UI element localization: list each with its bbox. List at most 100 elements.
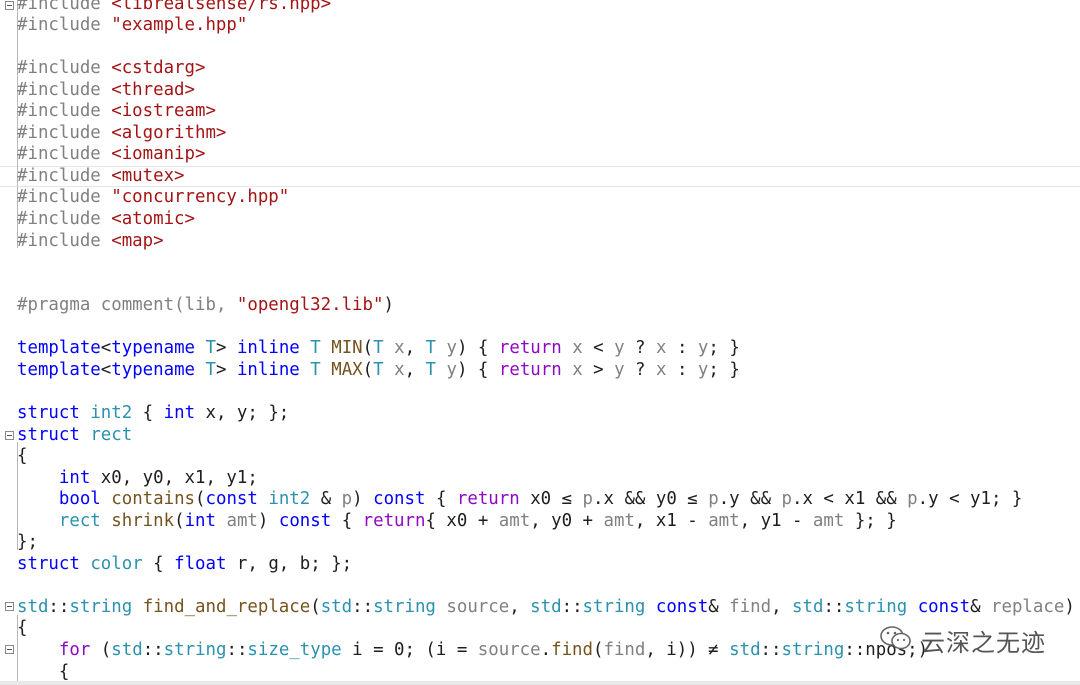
code-token: string: [163, 640, 227, 660]
code-token: T: [425, 359, 437, 380]
fold-toggle-includes[interactable]: [5, 1, 14, 10]
code-token: string: [781, 640, 845, 660]
code-token: <map>: [111, 230, 164, 251]
code-token: <: [100, 338, 112, 359]
code-token: size_type: [247, 640, 342, 660]
code-token: ::: [823, 596, 845, 617]
code-token: return: [456, 489, 520, 510]
code-line[interactable]: template<typename T> inline T MAX(T x, T…: [17, 360, 740, 382]
horizontal-scrollbar[interactable]: [0, 681, 1080, 685]
code-token: x, y; };: [195, 402, 290, 423]
code-token: source: [477, 640, 541, 660]
code-line[interactable]: #include <map>: [17, 231, 164, 253]
code-line[interactable]: {: [17, 618, 27, 640]
code-line[interactable]: template<typename T> inline T MIN(T x, T…: [17, 338, 740, 360]
code-token: }; }: [844, 510, 897, 531]
code-token: const: [373, 489, 426, 510]
code-line[interactable]: #include <algorithm>: [17, 123, 226, 145]
code-token: .: [540, 640, 552, 660]
code-line[interactable]: {: [17, 662, 69, 684]
code-line[interactable]: #include <mutex>: [17, 166, 185, 188]
code-line[interactable]: #include <librealsense/rs.hpp>: [17, 0, 331, 15]
code-token: y: [614, 338, 625, 359]
code-token: p: [582, 489, 594, 510]
code-token: { x0 +: [425, 510, 499, 531]
code-token: int: [163, 402, 196, 423]
code-token: find: [729, 596, 772, 617]
code-line[interactable]: #pragma comment(lib, "opengl32.lib"): [17, 295, 394, 317]
code-token: #include: [17, 144, 112, 165]
code-token: :: [666, 359, 698, 380]
code-token: x0 ≤: [519, 489, 583, 510]
code-token: ::: [142, 640, 164, 660]
code-token: (: [592, 640, 604, 660]
code-line[interactable]: struct rect: [17, 425, 132, 447]
code-token: y: [446, 338, 457, 359]
code-token: {: [425, 489, 457, 510]
code-line[interactable]: struct color { float r, g, b; };: [17, 554, 352, 576]
code-token: p: [907, 489, 918, 510]
code-token: (lib,: [174, 295, 237, 316]
code-token: std: [17, 596, 49, 617]
code-line[interactable]: std::string find_and_replace(std::string…: [17, 597, 1075, 619]
code-token: <cstdarg>: [111, 58, 206, 79]
code-token: #include: [17, 165, 112, 186]
code-token: y: [697, 359, 709, 380]
code-token: rect: [58, 510, 101, 531]
code-line[interactable]: struct int2 { int x, y; };: [17, 403, 289, 425]
code-line[interactable]: #include "concurrency.hpp": [17, 187, 289, 209]
code-line[interactable]: {: [17, 446, 27, 468]
code-token: ?: [624, 359, 656, 380]
code-line[interactable]: #include <iomanip>: [17, 144, 205, 166]
code-token: replace: [991, 596, 1065, 617]
code-token: amt: [812, 510, 845, 531]
code-token: #pragma comment: [17, 295, 175, 316]
code-token: #include: [17, 230, 112, 251]
code-token: amt: [603, 510, 635, 531]
wechat-icon: [879, 624, 913, 656]
fold-toggle-rect[interactable]: [5, 431, 14, 440]
fold-toggle-for-loop[interactable]: [5, 645, 14, 654]
code-token: return: [362, 510, 426, 531]
code-token: rect: [90, 424, 133, 445]
code-line[interactable]: };: [17, 532, 38, 554]
code-line[interactable]: #include "example.hpp": [17, 15, 247, 37]
code-token: "example.hpp": [111, 15, 248, 36]
code-token: #include: [17, 187, 112, 208]
code-token: <iomanip>: [111, 144, 206, 165]
code-token: int2: [268, 489, 311, 510]
code-token: #include: [17, 79, 112, 100]
code-line[interactable]: #include <iostream>: [17, 101, 216, 123]
code-line[interactable]: int x0, y0, x1, y1;: [17, 468, 258, 490]
code-token: struct: [17, 424, 80, 445]
code-token: T: [373, 359, 384, 380]
code-editor[interactable]: #include <librealsense/rs.hpp> #include "…: [0, 0, 1080, 685]
code-token: ; }: [708, 338, 740, 359]
code-token: &: [708, 596, 730, 617]
code-line[interactable]: bool contains(const int2 & p) const { re…: [17, 489, 1022, 511]
code-token: ): [257, 510, 279, 531]
code-token: return: [498, 338, 562, 359]
code-token: #include: [17, 0, 112, 14]
code-line[interactable]: #include <cstdarg>: [17, 58, 205, 80]
fold-toggle-find-and-replace[interactable]: [5, 602, 14, 611]
code-token: MAX: [331, 359, 363, 380]
code-token: <mutex>: [111, 165, 185, 186]
code-token: {: [17, 618, 28, 639]
code-line[interactable]: for (std::string::size_type i = 0; (i = …: [17, 640, 928, 662]
code-line[interactable]: #include <thread>: [17, 80, 195, 102]
code-line[interactable]: #include <atomic>: [17, 209, 195, 231]
code-line[interactable]: rect shrink(int amt) const { return{ x0 …: [17, 511, 897, 533]
